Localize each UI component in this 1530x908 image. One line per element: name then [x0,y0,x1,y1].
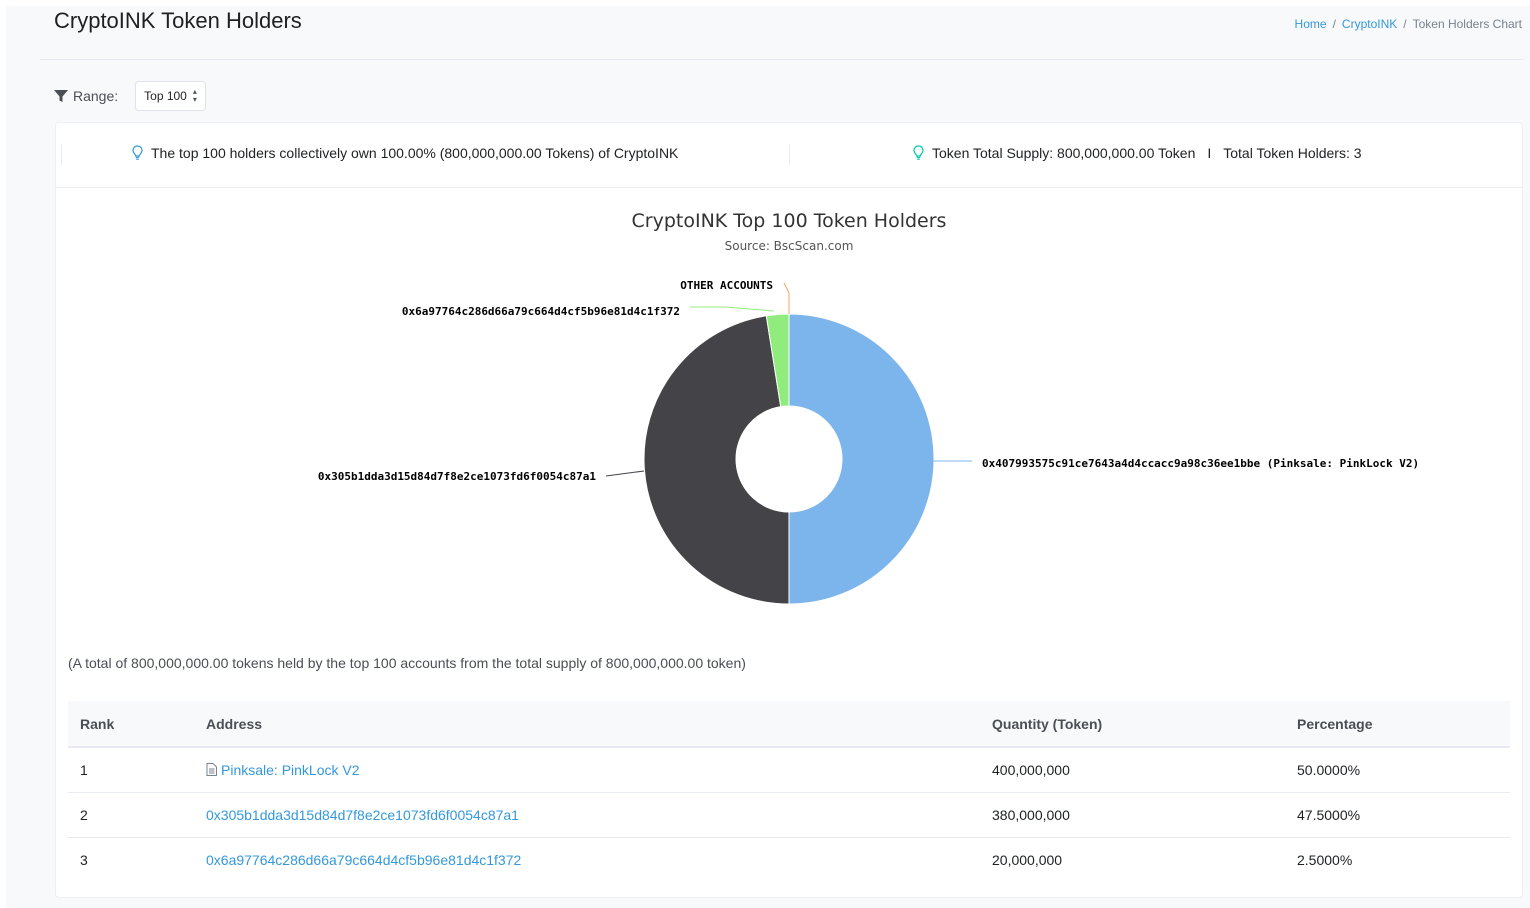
range-label: Range: [73,88,119,104]
holders-card: The top 100 holders collectively own 100… [55,122,1523,898]
slice-connector-line [690,306,775,312]
total-holders: Total Token Holders: 3 [1223,145,1362,161]
pie-slice[interactable] [643,315,790,605]
holders-table: Rank Address Quantity (Token) Percentage… [68,701,1510,882]
holders-pie-chart: CryptoINK Top 100 Token Holders Source: … [318,210,1419,605]
row-address-cell: 0x305b1dda3d15d84d7f8e2ce1073fd6f0054c87… [194,792,980,838]
row-address-link[interactable]: 0x305b1dda3d15d84d7f8e2ce1073fd6f0054c87… [206,807,519,823]
table-row: 2 0x305b1dda3d15d84d7f8e2ce1073fd6f0054c… [68,792,1510,838]
slice-label: 0x407993575c91ce7643a4d4ccacc9a98c36ee1b… [982,457,1419,470]
row-address-link[interactable]: 0x6a97764c286d66a79c664d4cf5b96e81d4c1f3… [206,852,521,868]
header-divider [40,59,1524,60]
col-percentage: Percentage [1285,701,1510,748]
filter-icon [54,90,68,102]
page-title: CryptoINK Token Holders [54,8,302,33]
chart-slices [643,313,935,605]
slice-label: 0x6a97764c286d66a79c664d4cf5b96e81d4c1f3… [402,305,680,318]
row-percentage: 2.5000% [1297,852,1353,868]
row-percentage: 47.5000% [1285,792,1510,838]
range-filter: Range: Top 100 ▴ ▾ [54,81,206,111]
lightbulb-icon [913,145,924,160]
slice-label: OTHER ACCOUNTS [680,279,773,292]
chart-title: CryptoINK Top 100 Token Holders [632,210,947,232]
pie-slice[interactable] [788,313,935,605]
row-rank: 1 [68,747,194,793]
stats-divider-middle [789,145,790,165]
breadcrumb-home[interactable]: Home [1295,17,1327,31]
slice-label: 0x305b1dda3d15d84d7f8e2ce1073fd6f0054c87… [318,470,597,483]
stats-divider-left [61,145,62,165]
row-quantity: 380,000,000 [980,792,1285,838]
col-address: Address [194,701,980,748]
slice-connector-line [605,470,645,477]
stats-separator: I [1207,145,1212,161]
holders-note: The top 100 holders collectively own 100… [132,145,678,161]
row-address-link[interactable]: Pinksale: PinkLock V2 [221,762,360,778]
supply-stats: Token Total Supply: 800,000,000.00 Token… [913,145,1362,161]
row-rank: 2 [68,792,194,838]
row-percentage: 50.0000% [1285,747,1510,793]
row-address-cell: 0x6a97764c286d66a79c664d4cf5b96e81d4c1f3… [194,838,980,883]
table-row: 1 Pinksale: PinkLock V2 400,000,000 50.0… [68,747,1510,793]
range-select-value: Top 100 [144,89,187,103]
total-supply: Token Total Supply: 800,000,000.00 Token [932,145,1196,161]
row-rank: 3 [80,852,88,868]
range-select[interactable]: Top 100 ▴ ▾ [135,81,206,111]
chart-subtitle: Source: BscScan.com [725,239,854,253]
row-address-cell: Pinksale: PinkLock V2 [194,747,980,793]
table-row: 3 0x6a97764c286d66a79c664d4cf5b96e81d4c1… [68,838,1510,883]
lightbulb-icon [132,145,143,160]
holders-note-text: The top 100 holders collectively own 100… [151,145,679,161]
supply-summary: (A total of 800,000,000.00 tokens held b… [68,655,746,671]
slice-connector-line [783,282,790,314]
breadcrumb: Home / CryptoINK / Token Holders Chart [1294,17,1522,31]
stats-bar: The top 100 holders collectively own 100… [56,123,1522,188]
select-caret-icon: ▴ ▾ [192,87,197,104]
document-icon [206,763,217,776]
row-quantity: 400,000,000 [980,747,1285,793]
table-header-row: Rank Address Quantity (Token) Percentage [68,701,1510,748]
breadcrumb-token[interactable]: CryptoINK [1342,17,1397,31]
row-quantity: 20,000,000 [992,852,1063,868]
col-quantity: Quantity (Token) [980,701,1285,748]
breadcrumb-current: Token Holders Chart [1412,17,1522,31]
col-rank: Rank [68,701,194,748]
